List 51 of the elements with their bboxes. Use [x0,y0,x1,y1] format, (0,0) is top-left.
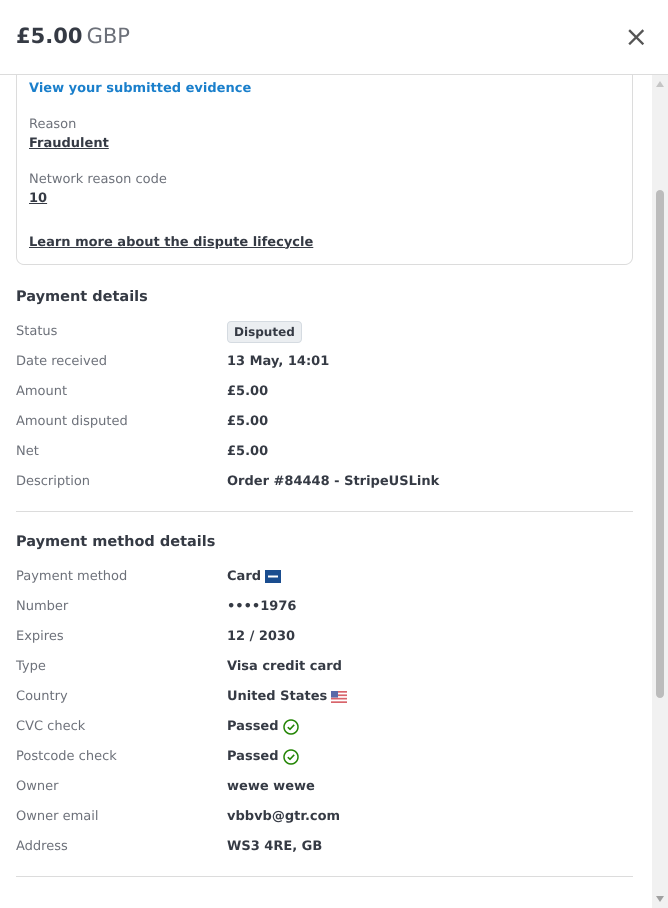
field-value: United States [227,688,328,706]
field-label: Owner email [16,808,100,826]
field-label: Country [16,688,69,706]
check-circle-icon [282,748,299,764]
close-button[interactable]: × [620,23,652,51]
field-label: Number [16,598,70,616]
field-value: Order #84448 - StripeUSLink [227,473,440,491]
field-value: 12 / 2030 [227,628,296,646]
field-value: Card [227,568,262,586]
field-label: Description [16,473,92,491]
scroll-up-icon[interactable] [656,81,664,87]
section-heading: Payment details [16,288,149,307]
field-value: 13 May, 14:01 [227,353,330,371]
field-value: Passed [227,748,279,766]
scrollbar-thumb[interactable] [656,190,664,698]
check-circle-icon [282,718,299,734]
field-value-link[interactable]: Fraudulent [29,136,109,151]
section-heading: Payment method details [16,532,216,552]
field-label: Owner [16,778,60,796]
field-label: Network reason code [29,170,168,188]
field-value: ••••1976 [227,598,296,616]
field-value-link[interactable]: 10 [29,191,48,206]
status-badge: Disputed [227,320,302,343]
field-label: Type [16,658,47,676]
evidence-link[interactable]: View your submitted evidence [29,81,252,96]
field-label: Address [16,838,69,856]
field-value: £5.00 [227,413,268,431]
field-label: Net [16,443,40,461]
field-value: £5.00 [227,443,268,461]
field-value: Passed [227,718,279,736]
flag-icon [331,690,348,702]
field-value: vbbvb@gtr.com [227,808,340,826]
field-label: Expires [16,628,65,646]
field-value: wewe wewe [227,778,315,796]
field-value: Visa credit card [227,658,342,676]
lifecycle-link[interactable]: Learn more about the dispute lifecycle [29,234,314,250]
field-label: Amount [16,383,68,401]
scrollbar[interactable] [652,75,668,908]
field-label: Date received [16,353,108,371]
field-value: £5.00 [227,383,268,401]
field-label: CVC check [16,718,86,736]
field-label: Amount disputed [16,413,129,431]
field-label: Postcode check [16,748,118,766]
scroll-down-icon[interactable] [656,896,664,902]
currency-text: GBP [86,24,130,48]
field-label: Reason [29,116,78,134]
field-label: Status [16,323,58,341]
field-label: Payment method [16,568,128,586]
field-value: WS3 4RE, GB [227,838,322,856]
amount-text: £5.00 [16,24,82,48]
card-brand-icon [265,570,282,583]
